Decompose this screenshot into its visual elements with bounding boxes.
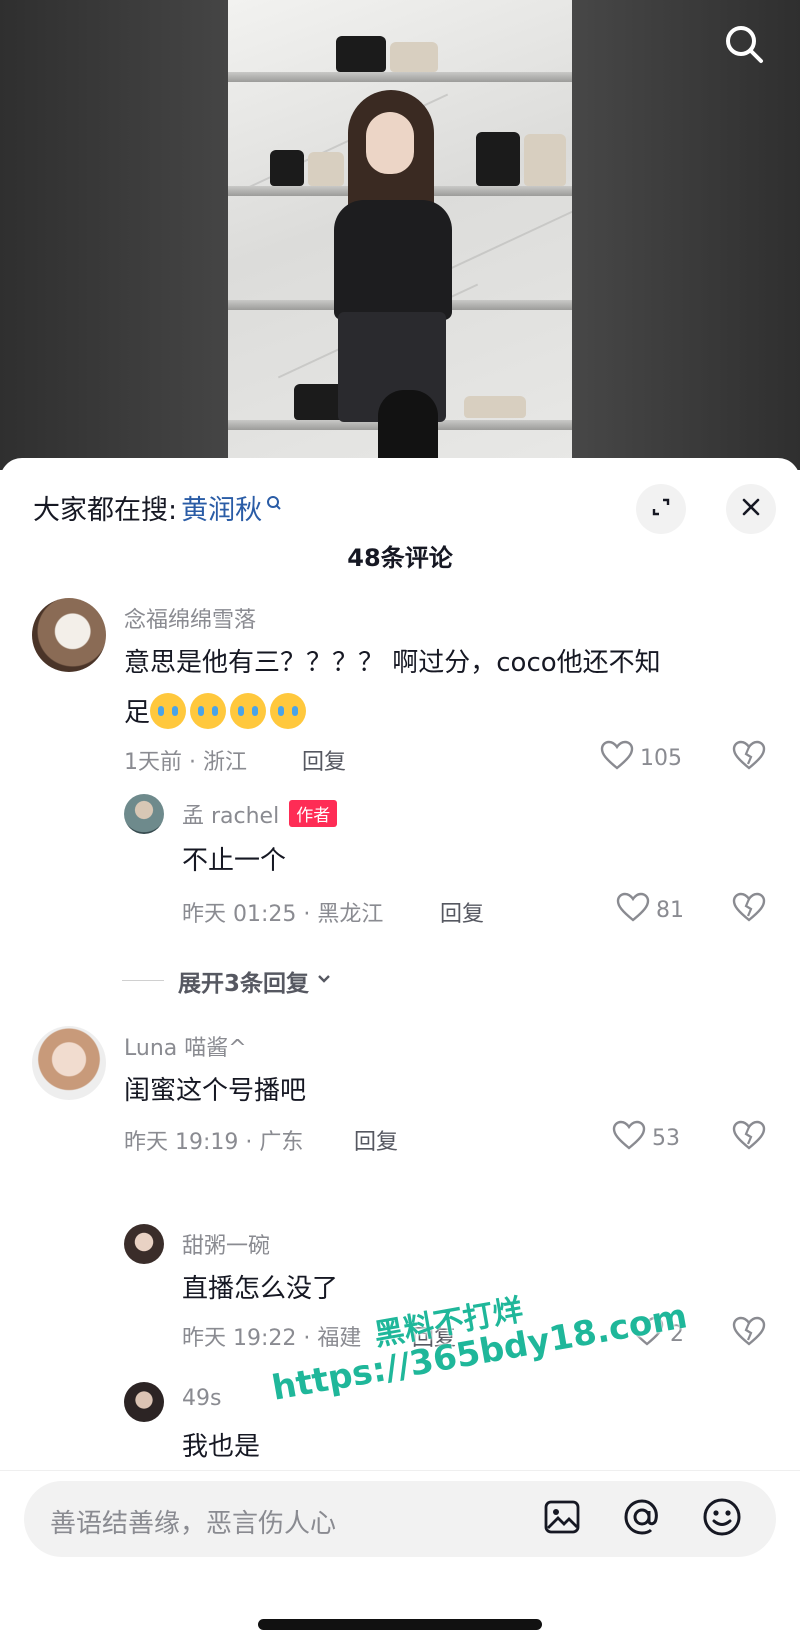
reply-meta: 昨天 01:25 · 黑龙江 [182, 902, 384, 927]
dislike-icon [732, 892, 766, 926]
dislike-icon [732, 1120, 766, 1154]
reply-text: 不止一个 [182, 846, 287, 876]
emoji-icon [702, 1497, 742, 1541]
video-player[interactable] [0, 0, 800, 470]
comment-text: 闺蜜这个号播吧 [124, 1076, 307, 1106]
video-blur-left [0, 0, 228, 470]
avatar[interactable] [32, 1026, 106, 1100]
crying-emoji-icon [150, 693, 187, 729]
reply-username[interactable]: 孟 rachel 作者 [182, 798, 338, 830]
dislike-button[interactable] [732, 892, 766, 926]
reply-username[interactable]: 甜粥一碗 [182, 1228, 270, 1260]
comment-username[interactable]: 念福绵绵雪落 [124, 602, 256, 634]
reply-text: 我也是 [182, 1432, 261, 1462]
dislike-icon [732, 1316, 766, 1350]
avatar[interactable] [124, 794, 164, 834]
crying-emoji-icon [230, 693, 267, 729]
expand-replies-button[interactable]: 展开3条回复 [178, 964, 333, 998]
avatar[interactable] [32, 598, 106, 672]
expand-sheet-button[interactable] [636, 484, 686, 534]
reply-button[interactable]: 回复 [302, 744, 346, 776]
chevron-down-icon [315, 968, 333, 994]
search-icon [722, 22, 766, 70]
reply-meta: 昨天 19:22 · 福建 [182, 1326, 362, 1351]
search-button[interactable] [716, 18, 772, 74]
heart-icon [600, 740, 640, 776]
like-count: 105 [640, 745, 682, 771]
mention-button[interactable] [616, 1493, 668, 1545]
comment-input-placeholder: 善语结善缘，恶言伤人心 [50, 1509, 337, 1539]
image-icon [543, 1498, 581, 1540]
dislike-button[interactable] [732, 740, 766, 774]
heart-icon [612, 1120, 652, 1156]
expand-icon [649, 495, 673, 523]
like-count: 2 [670, 1321, 684, 1347]
dislike-icon [732, 740, 766, 774]
dislike-button[interactable] [732, 1316, 766, 1350]
avatar[interactable] [124, 1382, 164, 1422]
like-button[interactable]: 81 [616, 892, 684, 928]
expand-divider [122, 980, 164, 981]
like-button[interactable]: 53 [612, 1120, 680, 1156]
video-frame [228, 0, 572, 470]
emoji-button[interactable] [696, 1493, 748, 1545]
video-person [320, 90, 470, 470]
like-button[interactable]: 105 [600, 740, 682, 776]
dislike-button[interactable] [732, 1120, 766, 1154]
reply-username[interactable]: 49s [182, 1386, 221, 1411]
comment-input[interactable]: 善语结善缘，恶言伤人心 [24, 1481, 776, 1557]
comment-meta: 昨天 19:19 · 广东 [124, 1130, 304, 1155]
hot-search-prefix: 大家都在搜: [33, 495, 178, 526]
comment-input-bar: 善语结善缘，恶言伤人心 [0, 1470, 800, 1635]
reply-button[interactable]: 回复 [412, 1320, 456, 1352]
search-small-icon [266, 487, 282, 518]
reply-button[interactable]: 回复 [440, 896, 484, 928]
image-button[interactable] [536, 1493, 588, 1545]
like-count: 53 [652, 1125, 680, 1151]
close-icon [739, 495, 763, 523]
comment-count: 48条评论 [347, 544, 453, 572]
comment-meta: 1天前 · 浙江 [124, 750, 247, 775]
like-count: 81 [656, 897, 684, 923]
like-button[interactable]: 2 [630, 1316, 684, 1352]
comment-sheet: 大家都在搜: 黄润秋 48条评论 念福绵绵雪落 意思是他有三？？？？ 啊过分，c… [0, 458, 800, 1635]
at-icon [622, 1497, 662, 1541]
crying-emoji-icon [270, 693, 307, 729]
comment-username[interactable]: Luna 喵酱^ [124, 1030, 247, 1062]
author-badge: 作者 [289, 800, 338, 827]
comment-text: 意思是他有三？？？？ 啊过分，coco他还不知 足 [124, 638, 764, 738]
close-sheet-button[interactable] [726, 484, 776, 534]
heart-icon [616, 892, 656, 928]
reply-text: 直播怎么没了 [182, 1274, 339, 1304]
reply-button[interactable]: 回复 [354, 1124, 398, 1156]
hot-search-keyword[interactable]: 黄润秋 [181, 488, 262, 527]
hot-search-bar: 大家都在搜: 黄润秋 [33, 488, 282, 527]
crying-emoji-icon [190, 693, 227, 729]
heart-icon [630, 1316, 670, 1352]
avatar[interactable] [124, 1224, 164, 1264]
comment-text-line2: 足 [124, 688, 764, 738]
home-indicator[interactable] [258, 1619, 542, 1630]
